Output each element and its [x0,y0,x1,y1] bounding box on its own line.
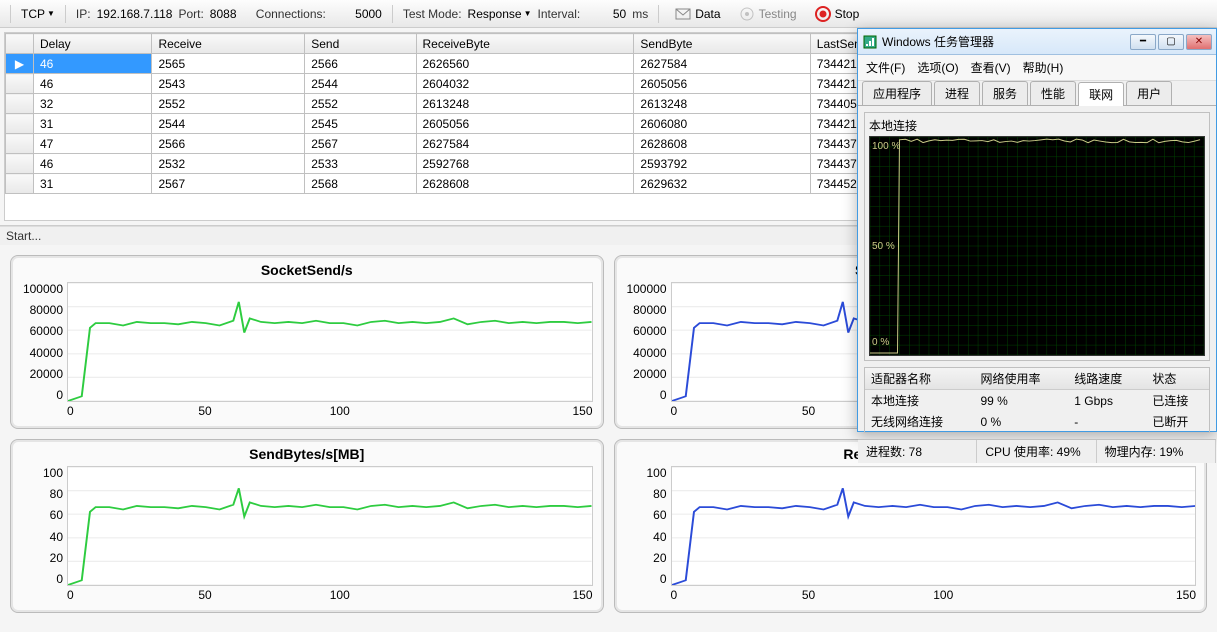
chart-panel: SendBytes/s[MB] 100806040200050100150 [10,439,604,613]
testmode-combo[interactable]: Response ▼ [468,7,532,21]
minimize-button[interactable]: ━ [1130,34,1156,50]
ip-label: IP: [76,7,91,21]
chart-panel: SocketSend/s 1000008000060000400002000000… [10,255,604,429]
adapter-row[interactable]: 无线网络连接0 %-已断开 [865,411,1209,432]
protocol-combo[interactable]: TCP ▼ [21,7,55,21]
tab-2[interactable]: 服务 [982,81,1028,105]
testing-button-label: Testing [759,7,797,21]
menu-item[interactable]: 帮助(H) [1023,59,1064,76]
stop-button[interactable]: Stop [809,4,866,24]
chart-plot [67,282,593,402]
chart-y-axis: 100806040200 [21,466,67,586]
grid-header[interactable]: SendByte [634,34,810,54]
tab-1[interactable]: 进程 [934,81,980,105]
chart-plot [67,466,593,586]
network-group-label: 本地连接 [869,117,1205,134]
adapter-header[interactable]: 网络使用率 [974,368,1068,390]
chevron-down-icon: ▼ [524,9,532,18]
stop-icon [815,6,831,22]
interval-label: Interval: [538,7,581,21]
data-button-label: Data [695,7,720,21]
grid-header[interactable]: Send [305,34,416,54]
port-label: Port: [178,7,203,21]
chart-y-axis: 100806040200 [625,466,671,586]
data-button[interactable]: Data [669,4,726,24]
testmode-value: Response [468,7,522,21]
interval-unit-label: ms [632,7,648,21]
testing-button: Testing [733,4,803,24]
testmode-label: Test Mode: [403,7,462,21]
protocol-value: TCP [21,7,45,21]
chart-panel: ReceiveBytes/s[MB]100806040200050100150 [614,439,1208,613]
chart-x-axis: 050100150 [671,588,1197,602]
status-mem: 物理内存: 19% [1097,440,1216,463]
tab-0[interactable]: 应用程序 [862,81,932,105]
adapter-header[interactable]: 适配器名称 [865,368,974,390]
task-manager-window[interactable]: Windows 任务管理器 ━ ▢ ✕ 文件(F) 选项(O) 查看(V) 帮助(H)… [857,28,1217,432]
titlebar[interactable]: Windows 任务管理器 ━ ▢ ✕ [858,29,1216,55]
tab-3[interactable]: 性能 [1030,81,1076,105]
adapter-row[interactable]: 本地连接99 %1 Gbps已连接 [865,390,1209,412]
chart-title: SendBytes/s[MB] [21,446,593,462]
tab-4[interactable]: 联网 [1078,82,1124,106]
menu-item[interactable]: 查看(V) [971,59,1011,76]
toolbar: TCP ▼ IP: 192.168.7.118 Port: 8088 Conne… [0,0,1217,28]
chart-x-axis: 050100150 [67,404,593,418]
adapter-header[interactable]: 状态 [1146,368,1209,390]
interval-field[interactable]: 50 [586,7,626,21]
adapter-header[interactable]: 线路速度 [1068,368,1146,390]
graph-ylabel: 50 % [872,241,895,252]
maximize-button[interactable]: ▢ [1158,34,1184,50]
network-graph: 100 % 50 % 0 % [869,136,1205,356]
port-field[interactable]: 8088 [210,7,250,21]
menu-bar: 文件(F) 选项(O) 查看(V) 帮助(H) [858,55,1216,81]
chevron-down-icon: ▼ [47,9,55,18]
grid-header[interactable]: Receive [152,34,305,54]
status-proc: 进程数: 78 [858,440,977,463]
chart-title: SocketSend/s [21,262,593,278]
graph-ylabel: 100 % [872,141,900,152]
tab-5[interactable]: 用户 [1126,81,1172,105]
taskmgr-icon [862,34,878,50]
window-title: Windows 任务管理器 [882,33,994,50]
target-icon [739,6,755,22]
mail-icon [675,6,691,22]
graph-ylabel: 0 % [872,337,889,348]
grid-header[interactable]: Delay [34,34,152,54]
chart-x-axis: 050100150 [67,588,593,602]
connections-label: Connections: [256,7,326,21]
taskmgr-status-bar: 进程数: 78 CPU 使用率: 49% 物理内存: 19% [858,439,1216,463]
stop-button-label: Stop [835,7,860,21]
connections-field[interactable]: 5000 [332,7,382,21]
grid-header[interactable]: ReceiveByte [416,34,634,54]
tab-strip: 应用程序进程服务性能联网用户 [858,81,1216,106]
menu-item[interactable]: 文件(F) [866,59,905,76]
chart-plot [671,466,1197,586]
chart-y-axis: 100000800006000040000200000 [625,282,671,402]
adapters-table[interactable]: 适配器名称网络使用率线路速度状态本地连接99 %1 Gbps已连接无线网络连接0… [864,367,1210,433]
menu-item[interactable]: 选项(O) [917,59,958,76]
ip-field[interactable]: 192.168.7.118 [97,7,173,21]
status-cpu: CPU 使用率: 49% [977,440,1096,463]
chart-y-axis: 100000800006000040000200000 [21,282,67,402]
close-button[interactable]: ✕ [1186,34,1212,50]
